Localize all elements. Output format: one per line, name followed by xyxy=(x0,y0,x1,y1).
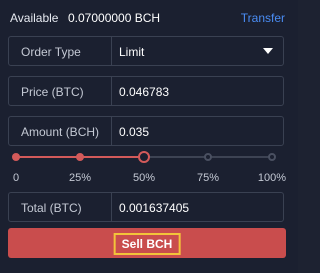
sell-order-panel: Available 0.07000000 BCH Transfer Order … xyxy=(0,0,298,273)
order-type-select[interactable]: Order Type Limit xyxy=(8,36,284,66)
amount-value[interactable]: 0.035 xyxy=(119,125,149,139)
slider-mark-0[interactable] xyxy=(12,153,20,161)
order-type-value: Limit xyxy=(119,45,145,59)
price-input[interactable]: Price (BTC) 0.046783 xyxy=(8,76,284,106)
total-value: 0.001637405 xyxy=(119,201,190,215)
percentage-slider[interactable] xyxy=(12,150,276,166)
field-divider xyxy=(111,37,112,65)
slider-tick-label: 100% xyxy=(257,172,286,184)
slider-tick-label: 50% xyxy=(132,172,156,184)
transfer-link[interactable]: Transfer xyxy=(241,11,285,25)
field-divider xyxy=(111,117,112,145)
slider-tick-label: 0 xyxy=(13,172,20,184)
amount-input[interactable]: Amount (BCH) 0.035 xyxy=(8,116,284,146)
price-label: Price (BTC) xyxy=(21,85,84,99)
sell-bch-button[interactable]: Sell BCH xyxy=(8,228,286,258)
chevron-down-icon xyxy=(263,48,273,54)
available-balance-value: 0.07000000 BCH xyxy=(68,11,161,25)
total-field: Total (BTC) 0.001637405 xyxy=(8,192,284,222)
field-divider xyxy=(111,77,112,105)
slider-thumb[interactable] xyxy=(138,151,150,163)
slider-mark-100[interactable] xyxy=(268,153,276,161)
slider-tick-label: 25% xyxy=(68,172,92,184)
slider-mark-75[interactable] xyxy=(204,153,212,161)
total-label: Total (BTC) xyxy=(21,201,82,215)
amount-label: Amount (BCH) xyxy=(21,125,100,139)
slider-mark-25[interactable] xyxy=(76,153,84,161)
sell-button-label: Sell BCH xyxy=(113,233,181,255)
available-balance-row: Available 0.07000000 BCH Transfer xyxy=(10,10,288,26)
available-label: Available xyxy=(10,11,59,25)
field-divider xyxy=(111,193,112,221)
order-type-label: Order Type xyxy=(21,45,81,59)
price-value[interactable]: 0.046783 xyxy=(119,85,169,99)
slider-tick-label: 75% xyxy=(196,172,220,184)
slider-tick-labels: 0 25% 50% 75% 100% xyxy=(0,172,298,186)
